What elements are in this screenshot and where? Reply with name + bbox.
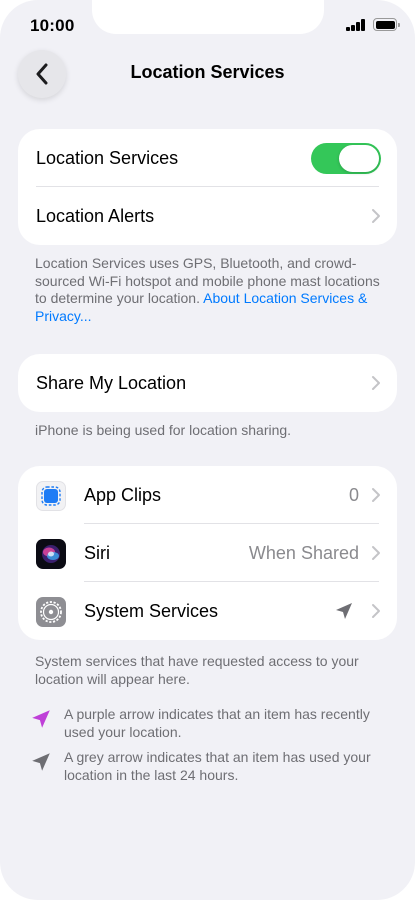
siri-row[interactable]: Siri When Shared — [18, 524, 397, 582]
status-time: 10:00 — [30, 16, 75, 35]
share-my-location-row[interactable]: Share My Location — [18, 354, 397, 412]
system-services-label: System Services — [84, 600, 219, 621]
battery-icon — [373, 18, 400, 31]
share-location-footnote: iPhone is being used for location sharin… — [35, 422, 292, 438]
location-alerts-label: Location Alerts — [36, 205, 155, 226]
chevron-right-icon — [372, 546, 380, 560]
app-clips-value: 0 — [348, 484, 359, 505]
app-clips-row[interactable]: App Clips 0 — [18, 466, 397, 524]
location-services-card: Location Services Location Alerts — [18, 129, 397, 245]
location-arrow-icon — [336, 603, 352, 619]
chevron-right-icon — [372, 376, 380, 390]
location-services-label: Location Services — [36, 147, 179, 168]
status-bar: 10:00 — [0, 0, 415, 50]
location-services-toggle[interactable] — [311, 143, 381, 174]
system-services-row[interactable]: System Services — [18, 582, 397, 640]
chevron-right-icon — [372, 209, 380, 223]
legend-grey-text: A grey arrow indicates that an item has … — [64, 749, 371, 783]
cellular-signal-icon — [346, 19, 366, 31]
siri-value: When Shared — [248, 542, 359, 563]
app-clips-label: App Clips — [84, 484, 162, 505]
grey-location-arrow-icon — [32, 753, 50, 771]
purple-location-arrow-icon — [32, 710, 50, 728]
location-services-description: Location Services uses GPS, Bluetooth, a… — [35, 255, 380, 325]
share-my-location-label: Share My Location — [36, 372, 187, 393]
app-clips-icon — [36, 481, 66, 511]
system-services-footnote: System services that have requested acce… — [35, 653, 359, 687]
apps-card: App Clips 0 Siri When Shared System Serv… — [18, 466, 397, 640]
location-services-row: Location Services — [18, 129, 397, 187]
legend-purple-text: A purple arrow indicates that an item ha… — [64, 706, 370, 740]
notch — [92, 0, 324, 34]
page-title: Location Services — [130, 62, 285, 82]
chevron-right-icon — [372, 604, 380, 618]
phone-screen: 10:00 Location Services Location Service… — [0, 0, 415, 900]
share-location-card: Share My Location — [18, 354, 397, 412]
siri-icon — [36, 539, 66, 569]
chevron-right-icon — [372, 488, 380, 502]
toggle-knob — [339, 145, 379, 172]
settings-gear-icon — [36, 597, 66, 627]
siri-label: Siri — [84, 542, 110, 563]
location-alerts-row[interactable]: Location Alerts — [18, 187, 397, 245]
